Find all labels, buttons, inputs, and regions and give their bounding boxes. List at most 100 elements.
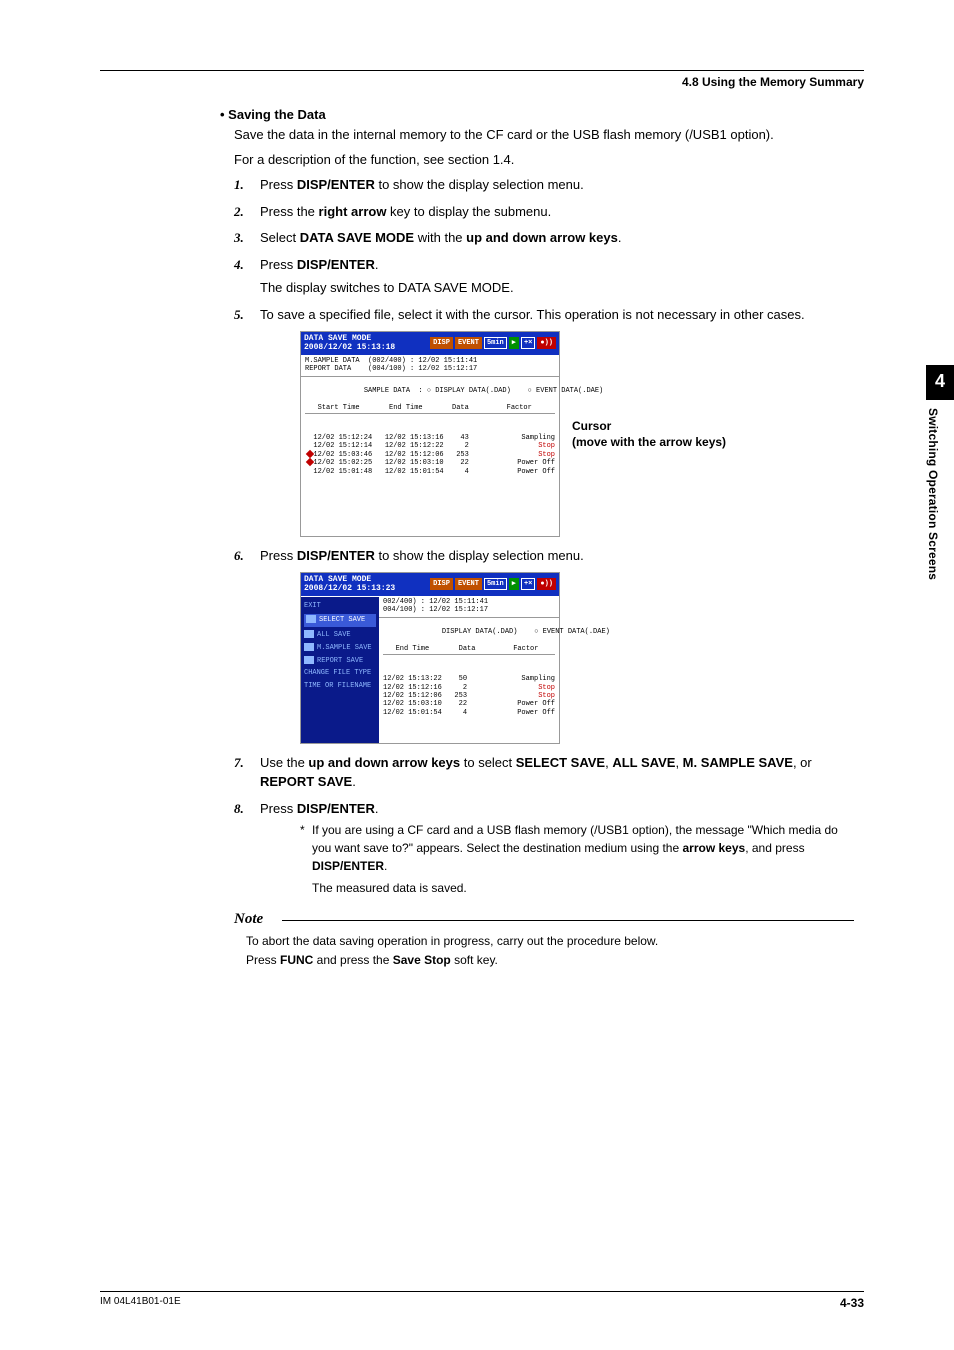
shot2-datetime: 2008/12/02 15:13:23 xyxy=(304,584,395,593)
table-row: 12/02 15:12:24 12/02 15:13:16 43 Samplin… xyxy=(305,434,555,442)
intro-para-2: For a description of the function, see s… xyxy=(234,151,854,170)
shot2-col-headers: End Time Data Factor xyxy=(383,645,555,655)
step-4-text-c: . xyxy=(375,257,379,272)
step-8: 8. Press DISP/ENTER. * If you are using … xyxy=(234,800,854,897)
note-heading: Note xyxy=(234,911,854,928)
table-row: 12/02 15:13:22 50 Sampling xyxy=(383,675,555,683)
chapter-label: Switching Operation Screens xyxy=(926,400,945,580)
step-6: 6. Press DISP/ENTER to show the display … xyxy=(234,547,854,744)
table-row: 12/02 15:01:54 4 Power Off xyxy=(383,709,555,717)
shot1-datetime: 2008/12/02 15:13:18 xyxy=(304,343,395,352)
note-line-2c: and press the xyxy=(313,953,392,967)
step-1: 1. Press DISP/ENTER to show the display … xyxy=(234,176,854,195)
cursor-annotation: Cursor (move with the arrow keys) xyxy=(572,418,726,450)
step-3: 3. Select DATA SAVE MODE with the up and… xyxy=(234,229,854,248)
menu-item: REPORT SAVE xyxy=(304,656,376,666)
step-4: 4. Press DISP/ENTER. The display switche… xyxy=(234,256,854,298)
step-8-note-1: * If you are using a CF card and a USB f… xyxy=(300,821,854,875)
step-7-j: REPORT SAVE xyxy=(260,774,352,789)
menu-item: CHANGE FILE TYPE xyxy=(304,669,376,678)
step-6-text-c: to show the display selection menu. xyxy=(375,548,584,563)
table-row: 12/02 15:12:06 253 Stop xyxy=(383,692,555,700)
step-8-a: Press xyxy=(260,801,297,816)
plus-icon: +× xyxy=(521,578,535,590)
step-4-key: DISP/ENTER xyxy=(297,257,375,272)
table-row: 12/02 15:03:10 22 Power Off xyxy=(383,700,555,708)
step-8-note1-c: , and press xyxy=(745,841,804,855)
shot2-col-title: DISPLAY DATA(.DAD) ○ EVENT DATA(.DAE) xyxy=(442,628,610,636)
play-icon: ▶ xyxy=(509,337,519,349)
screenshot-data-save-mode-1: DATA SAVE MODE 2008/12/02 15:13:18 DISP … xyxy=(300,331,560,537)
shot1-title: DATA SAVE MODE xyxy=(304,334,371,343)
step-3-key-1: DATA SAVE MODE xyxy=(300,230,414,245)
step-8-c: . xyxy=(375,801,379,816)
step-4-sub: The display switches to DATA SAVE MODE. xyxy=(260,279,854,298)
table-row: 12/02 15:12:16 2 Stop xyxy=(383,684,555,692)
shot1-table-body: 12/02 15:12:24 12/02 15:13:16 43 Samplin… xyxy=(301,434,559,536)
step-7-k: . xyxy=(352,774,356,789)
cursor-label-line1: Cursor xyxy=(572,419,611,433)
table-row: 12/02 15:01:48 12/02 15:01:54 4 Power Of… xyxy=(305,468,555,476)
step-8-note-2: The measured data is saved. xyxy=(300,879,854,897)
step-5-text: To save a specified file, select it with… xyxy=(260,307,805,322)
cursor-label-line2: (move with the arrow keys) xyxy=(572,435,726,449)
step-6-key: DISP/ENTER xyxy=(297,548,375,563)
save-icon xyxy=(304,656,314,664)
subheading-saving-data: Saving the Data xyxy=(220,107,854,122)
shot2-status-icons: DISP EVENT 5min ▶ +× ●)) xyxy=(430,578,556,590)
step-8-note1-d: DISP/ENTER xyxy=(312,859,384,873)
menu-item: TIME OR FILENAME xyxy=(304,682,376,691)
note-line-2e: soft key. xyxy=(451,953,498,967)
shot1-info: M.SAMPLE DATA (002/400) : 12/02 15:11:41… xyxy=(301,355,559,377)
note-body: To abort the data saving operation in pr… xyxy=(246,932,854,970)
menu-item: ALL SAVE xyxy=(304,630,376,640)
table-row: 12/02 15:12:14 12/02 15:12:22 2 Stop xyxy=(305,442,555,450)
step-3-key-2: up and down arrow keys xyxy=(466,230,618,245)
time-badge-1: 5min xyxy=(484,337,507,349)
disp-badge-icon: DISP xyxy=(430,337,453,349)
save-icon xyxy=(306,615,316,623)
note-line-1: To abort the data saving operation in pr… xyxy=(246,932,854,951)
step-7-a: Use the xyxy=(260,755,308,770)
page-footer: IM 04L41B01-01E 4-33 xyxy=(100,1291,864,1310)
time-badge-1: 5min xyxy=(484,578,507,590)
save-icon xyxy=(304,643,314,651)
step-7-i: , or xyxy=(793,755,812,770)
shot2-title: DATA SAVE MODE xyxy=(304,575,371,584)
step-7-g: , xyxy=(675,755,682,770)
step-2-key: right arrow xyxy=(319,204,387,219)
step-7-b: up and down arrow keys xyxy=(308,755,460,770)
step-8-b: DISP/ENTER xyxy=(297,801,375,816)
event-badge-icon: EVENT xyxy=(455,578,482,590)
step-6-text-a: Press xyxy=(260,548,297,563)
table-row: 12/02 15:03:46 12/02 15:12:06 253 Stop xyxy=(305,451,555,459)
save-icon xyxy=(304,630,314,638)
step-4-text-a: Press xyxy=(260,257,297,272)
shot1-status-icons: DISP EVENT 5min ▶ +× ●)) xyxy=(430,337,556,349)
screenshot-data-save-mode-2: DATA SAVE MODE 2008/12/02 15:13:23 DISP … xyxy=(300,572,560,744)
shot2-side-menu: EXITSELECT SAVEALL SAVEM.SAMPLE SAVEREPO… xyxy=(301,597,379,743)
footer-doc-id: IM 04L41B01-01E xyxy=(100,1296,181,1310)
step-8-note1-e: . xyxy=(384,859,387,873)
step-7-h: M. SAMPLE SAVE xyxy=(683,755,793,770)
event-badge-icon: EVENT xyxy=(455,337,482,349)
step-3-text-c: with the xyxy=(414,230,466,245)
note-line-2d: Save Stop xyxy=(393,953,451,967)
intro-para-1: Save the data in the internal memory to … xyxy=(234,126,854,145)
step-3-text-a: Select xyxy=(260,230,300,245)
menu-item: EXIT xyxy=(304,602,376,611)
step-7: 7. Use the up and down arrow keys to sel… xyxy=(234,754,854,792)
note-line-2b: FUNC xyxy=(280,953,313,967)
play-icon: ▶ xyxy=(509,578,519,590)
shot1-col-title: SAMPLE DATA : ○ DISPLAY DATA(.DAD) ○ EVE… xyxy=(364,387,603,395)
shot2-table-body: 12/02 15:13:22 50 Sampling12/02 15:12:16… xyxy=(379,675,559,743)
step-2: 2. Press the right arrow key to display … xyxy=(234,203,854,222)
step-7-d: SELECT SAVE xyxy=(516,755,605,770)
step-5: 5. To save a specified file, select it w… xyxy=(234,306,854,537)
menu-item: SELECT SAVE xyxy=(304,614,376,626)
step-7-f: ALL SAVE xyxy=(612,755,675,770)
step-2-text-c: key to display the submenu. xyxy=(386,204,551,219)
record-icon: ●)) xyxy=(537,337,556,349)
note-line-2a: Press xyxy=(246,953,280,967)
section-header: 4.8 Using the Memory Summary xyxy=(100,75,864,89)
